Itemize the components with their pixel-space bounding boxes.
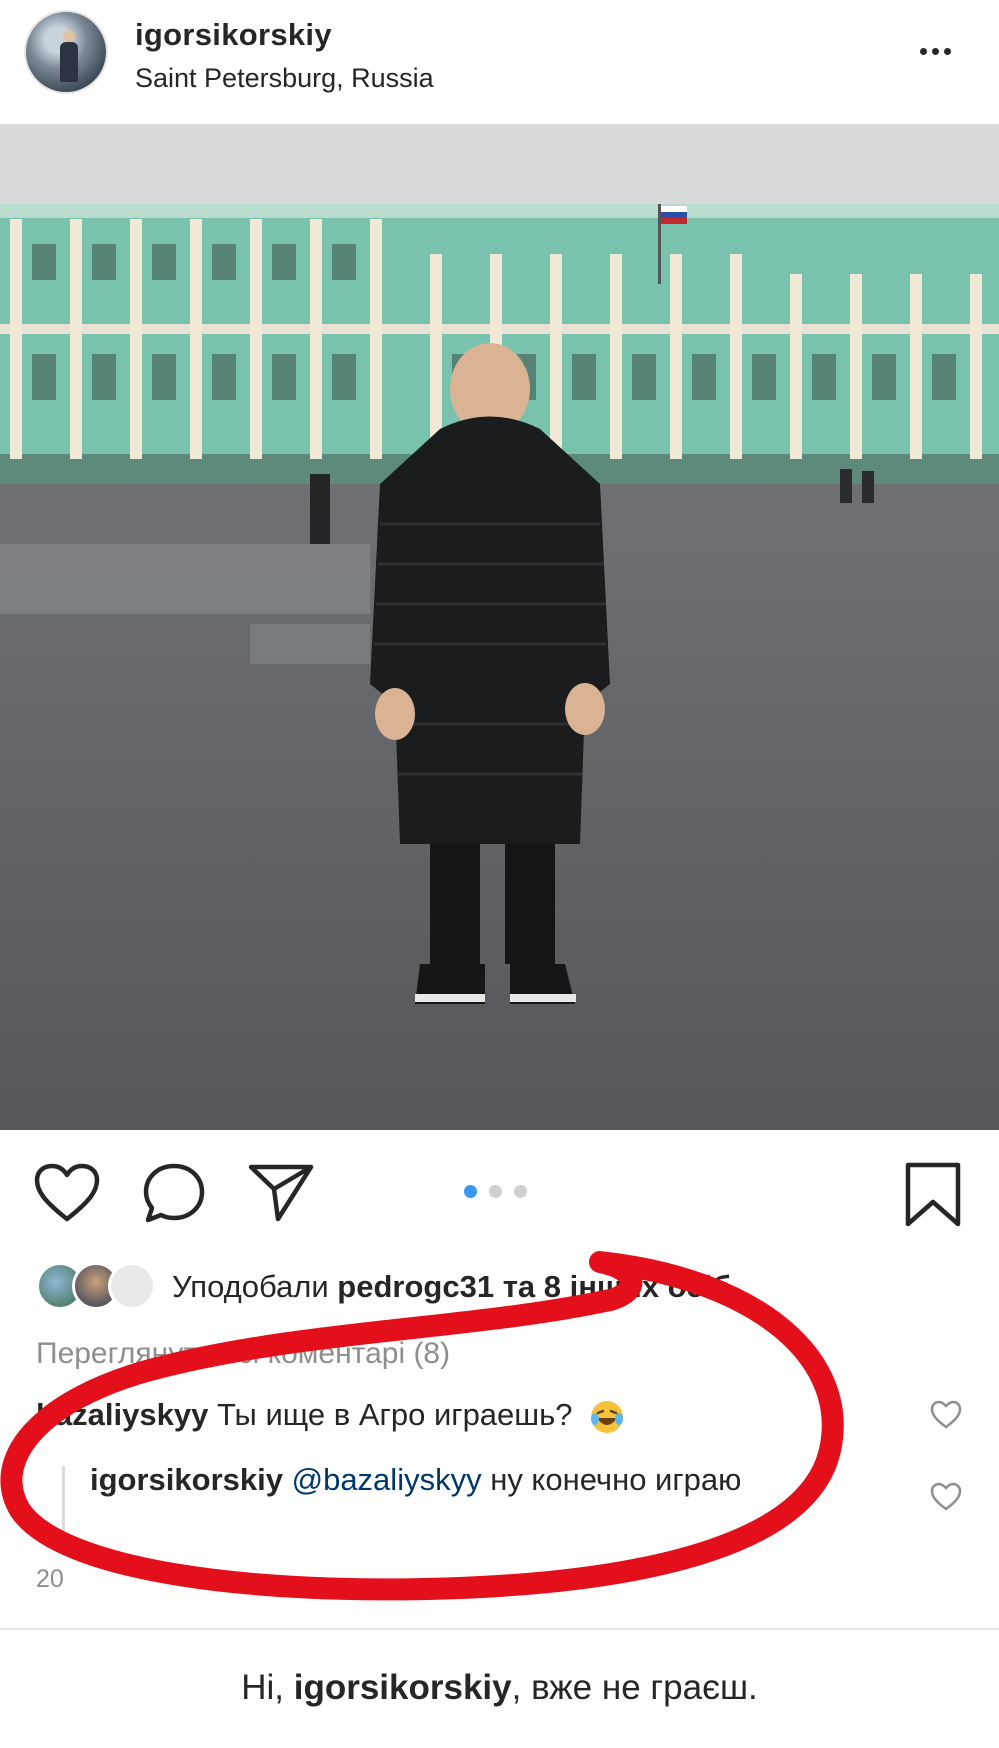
comment-text: Ты ище в Агро играешь? (216, 1397, 573, 1432)
likes-user[interactable]: pedrogc31 (337, 1269, 494, 1304)
bookmark-icon[interactable] (904, 1162, 962, 1228)
carousel-indicator (464, 1185, 539, 1203)
likes-suffix: та 8 інших осіб (502, 1269, 732, 1304)
comment-like-heart-icon[interactable] (930, 1482, 962, 1517)
caption-suffix: , вже не граєш. (511, 1668, 758, 1707)
post-timestamp: 20 (36, 1565, 64, 1593)
comment-like-heart-icon[interactable] (930, 1400, 962, 1435)
comment: bazaliyskyy Ты ище в Агро играешь? (36, 1397, 625, 1435)
avatar-figure-head (63, 30, 75, 42)
comment-bubble-icon[interactable] (142, 1162, 206, 1224)
comment-username[interactable]: bazaliyskyy (36, 1397, 208, 1432)
carousel-dot-active (464, 1185, 477, 1198)
liker-avatar (108, 1262, 156, 1310)
more-options-icon[interactable] (920, 42, 964, 56)
heart-icon[interactable] (34, 1163, 100, 1223)
post-header: igorsikorskiy Saint Petersburg, Russia (0, 0, 999, 124)
post-username[interactable]: igorsikorskiy (135, 17, 332, 53)
view-all-comments-link[interactable]: Переглянути всі коментарі (8) (36, 1337, 450, 1371)
carousel-dot (514, 1185, 527, 1198)
caption-prefix: Ні, (241, 1668, 284, 1707)
photo-palace-square (0, 124, 999, 1130)
post-location[interactable]: Saint Petersburg, Russia (135, 63, 434, 94)
post-photo[interactable] (0, 124, 999, 1130)
likes-prefix: Уподобали (172, 1269, 329, 1304)
profile-avatar[interactable] (24, 10, 108, 94)
comment-reply: igorsikorskiy @bazaliyskyy ну конечно иг… (90, 1458, 810, 1501)
caption-username: igorsikorskiy (293, 1668, 512, 1707)
comment-username[interactable]: igorsikorskiy (90, 1462, 283, 1497)
laughing-tears-emoji-icon (589, 1399, 625, 1435)
reply-thread-line (62, 1466, 65, 1538)
divider (0, 1628, 999, 1630)
likes-row[interactable]: Уподобали pedrogc31 та 8 інших осіб (36, 1262, 976, 1314)
caption-text: Ні, igorsikorskiy, вже не граєш. (0, 1668, 999, 1708)
likes-summary: Уподобали pedrogc31 та 8 інших осіб (172, 1269, 731, 1305)
paper-plane-icon[interactable] (248, 1163, 314, 1223)
comment-mention[interactable]: @bazaliyskyy (292, 1462, 482, 1497)
comment-text: ну конечно играю (490, 1462, 742, 1497)
avatar-figure-body (60, 42, 78, 82)
carousel-dot (489, 1185, 502, 1198)
